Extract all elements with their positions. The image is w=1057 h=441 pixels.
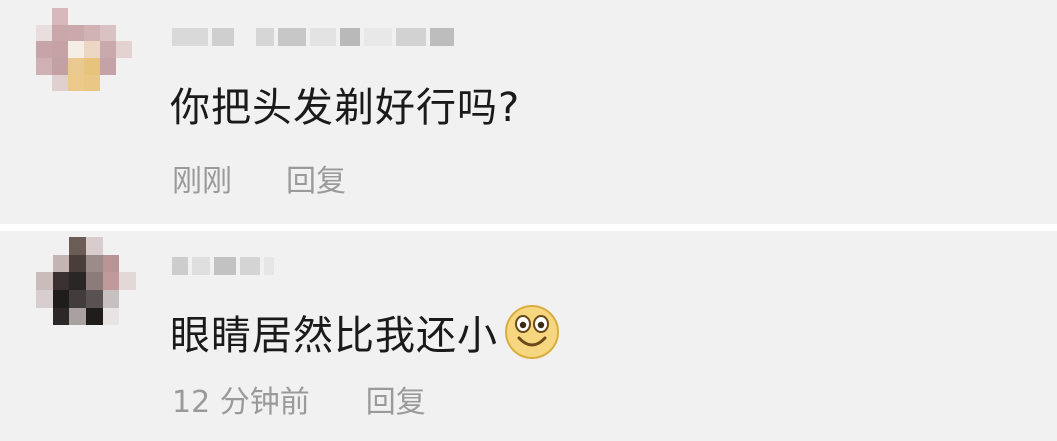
- comment-item: 眼睛居然比我还小 12 分钟前 回复: [0, 231, 1057, 441]
- comment-text-content: 你把头发剃好行吗?: [170, 85, 521, 131]
- smiley-face-icon: [504, 304, 560, 360]
- comment-text: 你把头发剃好行吗?: [170, 76, 520, 132]
- timestamp: 刚刚: [172, 164, 232, 199]
- username-pixelated[interactable]: [172, 257, 274, 275]
- comment-text: 眼睛居然比我还小: [170, 304, 560, 360]
- username-pixelated[interactable]: [172, 28, 454, 46]
- divider: [0, 224, 1057, 231]
- avatar[interactable]: [36, 237, 136, 343]
- comment-meta: 12 分钟前 回复: [172, 375, 426, 423]
- reply-button[interactable]: 回复: [286, 156, 346, 200]
- comment-meta: 刚刚 回复: [172, 154, 346, 202]
- comment-item: 你把头发剃好行吗? 刚刚 回复: [0, 0, 1057, 224]
- timestamp: 12 分钟前: [172, 385, 310, 420]
- reply-button[interactable]: 回复: [366, 377, 426, 421]
- comment-text-content: 眼睛居然比我还小: [170, 313, 498, 359]
- avatar[interactable]: [36, 8, 132, 108]
